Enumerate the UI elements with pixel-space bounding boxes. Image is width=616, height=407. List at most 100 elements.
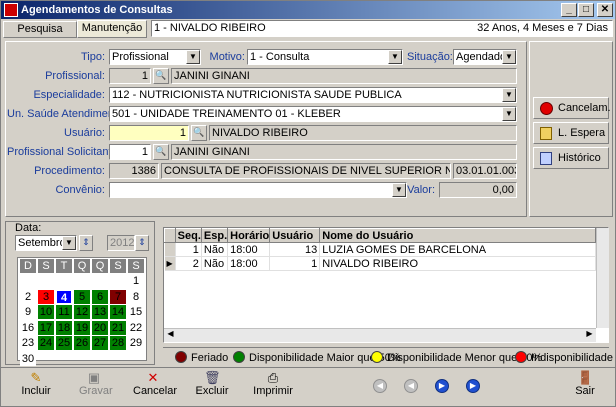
table-row-selected[interactable]: ▶ 2 Não 18:00 1 NIVALDO RIBEIRO [164, 256, 596, 271]
calendar-day[interactable]: 28 [110, 336, 126, 350]
profissional-code: 1 [109, 68, 151, 84]
calendar-day[interactable]: 9 [20, 305, 36, 319]
especialidade-select[interactable]: 112 - NUTRICIONISTA NUTRICIONISTA SAUDE … [109, 87, 517, 103]
list-icon [540, 127, 552, 140]
tab-pesquisa[interactable]: Pesquisa [3, 21, 77, 38]
calendar-day[interactable]: 14 [110, 305, 126, 319]
unidade-select[interactable]: 501 - UNIDADE TREINAMENTO 01 - KLEBER ▼ [109, 106, 517, 122]
last-record-icon[interactable]: ▶ [466, 379, 480, 393]
calendar-day[interactable]: 23 [20, 336, 36, 350]
calendar-day[interactable]: 12 [74, 305, 90, 319]
lista-espera-button[interactable]: L. Espera [533, 122, 609, 144]
schedule-table-panel: Seq. Esp. Horário Usuário Nome do Usuári… [163, 227, 609, 343]
cell-horario: 18:00 [227, 256, 271, 271]
calendar-day[interactable]: 22 [128, 320, 144, 335]
chevron-down-icon[interactable]: ▼ [186, 50, 200, 64]
row-pointer-icon: ▶ [164, 256, 176, 271]
calendar-day[interactable]: 2 [20, 289, 36, 304]
chevron-down-icon[interactable]: ▼ [388, 50, 402, 64]
excluir-label: Excluir [195, 385, 229, 397]
search-icon[interactable]: 🔍 [191, 125, 207, 141]
calendar-day[interactable]: 1 [128, 274, 144, 288]
cancelamento-button[interactable]: Cancelam. [533, 97, 611, 119]
col-usuario[interactable]: Usuário [269, 228, 321, 243]
convenio-select[interactable]: ▼ [109, 182, 407, 198]
close-button[interactable]: ✕ [597, 3, 613, 17]
chevron-down-icon[interactable]: ▼ [502, 88, 516, 102]
profissional-name: JANINI GINANI [171, 68, 517, 84]
motivo-select[interactable]: 1 - Consulta ▼ [247, 49, 403, 65]
imprimir-label: Imprimir [253, 385, 293, 397]
calendar-day[interactable]: 20 [92, 320, 108, 335]
calendar-day[interactable]: 10 [38, 305, 54, 319]
sair-button[interactable]: 🚪 Sair [573, 371, 597, 405]
calendar-day[interactable]: 6 [92, 289, 108, 304]
tipo-value: Profissional [112, 51, 169, 63]
search-icon[interactable]: 🔍 [153, 144, 169, 160]
search-icon[interactable]: 🔍 [153, 68, 169, 84]
calendar-day[interactable]: 25 [56, 336, 72, 350]
vertical-scrollbar[interactable] [596, 228, 609, 328]
tab-manutencao[interactable]: Manutenção [77, 20, 147, 38]
chevron-down-icon[interactable]: ▼ [502, 107, 516, 121]
scroll-left-icon[interactable]: ◀ [164, 329, 177, 342]
maximize-button[interactable]: □ [578, 3, 594, 17]
window-title: Agendamentos de Consultas [21, 4, 173, 16]
table-row[interactable]: 1 Não 18:00 13 LUZIA GOMES DE BARCELONA [164, 242, 596, 257]
prev-record-icon[interactable]: ◀ [404, 379, 418, 393]
chevron-down-icon[interactable]: ▼ [502, 50, 516, 64]
save-icon: ▣ [87, 370, 101, 385]
calendar-day[interactable]: 19 [74, 320, 90, 335]
horizontal-scrollbar[interactable]: ◀ ▶ [164, 328, 596, 342]
calendar-day[interactable]: 5 [74, 289, 90, 304]
usuario-code-input[interactable]: 1 [109, 125, 189, 141]
calendar-day[interactable]: 4 [56, 289, 72, 304]
historico-button[interactable]: Histórico [533, 147, 609, 169]
calendar-day[interactable]: 15 [128, 305, 144, 319]
col-nome[interactable]: Nome do Usuário [319, 228, 596, 243]
calendar-day[interactable]: 18 [56, 320, 72, 335]
unidade-value: 501 - UNIDADE TREINAMENTO 01 - KLEBER [112, 108, 341, 120]
prof-sol-label: Profissional Solicitante: [7, 146, 121, 158]
chevron-down-icon[interactable]: ▼ [62, 236, 76, 250]
first-record-icon[interactable]: ◀ [373, 379, 387, 393]
next-record-icon[interactable]: ▶ [435, 379, 449, 393]
weekday-header: D [20, 259, 36, 273]
calendar-day[interactable]: 27 [92, 336, 108, 350]
tipo-select[interactable]: Profissional ▼ [109, 49, 201, 65]
calendar-day[interactable]: 21 [110, 320, 126, 335]
col-horario[interactable]: Horário [227, 228, 271, 243]
calendar-day[interactable]: 30 [20, 351, 36, 366]
year-spin-button[interactable]: ⇕ [135, 235, 149, 251]
calendar-day[interactable]: 7 [110, 289, 126, 304]
scroll-right-icon[interactable]: ▶ [583, 329, 596, 342]
calendar-day[interactable]: 26 [74, 336, 90, 350]
gravar-label: Gravar [79, 385, 113, 397]
cancelamento-label: Cancelam. [558, 102, 611, 114]
calendar-day[interactable]: 11 [56, 305, 72, 319]
excluir-button[interactable]: 🗑 Excluir [195, 371, 229, 405]
valor-field: 0,00 [439, 182, 517, 198]
calendar-day[interactable]: 3 [38, 289, 54, 304]
calendar-day[interactable]: 13 [92, 305, 108, 319]
imprimir-button[interactable]: ⎙ Imprimir [253, 371, 293, 405]
calendar-day[interactable]: 24 [38, 336, 54, 350]
cell-seq: 1 [175, 242, 202, 257]
situacao-select[interactable]: Agendado ▼ [453, 49, 517, 65]
calendar-day[interactable]: 8 [128, 289, 144, 304]
cancelar-button[interactable]: ✕ Cancelar [133, 371, 177, 405]
calendar-day[interactable]: 17 [38, 320, 54, 335]
col-esp[interactable]: Esp. [200, 228, 229, 243]
gravar-button[interactable]: ▣ Gravar [79, 370, 113, 405]
minimize-button[interactable]: _ [561, 3, 577, 17]
month-select[interactable]: Setembro ▼ [15, 235, 77, 251]
prof-sol-code-input[interactable]: 1 [109, 144, 151, 160]
calendar-day[interactable]: 29 [128, 336, 144, 350]
col-seq[interactable]: Seq. [174, 228, 202, 243]
calendar-day[interactable]: 16 [20, 320, 36, 335]
data-label: Data: [15, 222, 42, 234]
incluir-button[interactable]: ✎ Incluir [21, 371, 51, 405]
weekday-header: S [110, 259, 126, 273]
cancelar-label: Cancelar [133, 385, 178, 397]
month-spin-button[interactable]: ⇕ [79, 235, 93, 251]
